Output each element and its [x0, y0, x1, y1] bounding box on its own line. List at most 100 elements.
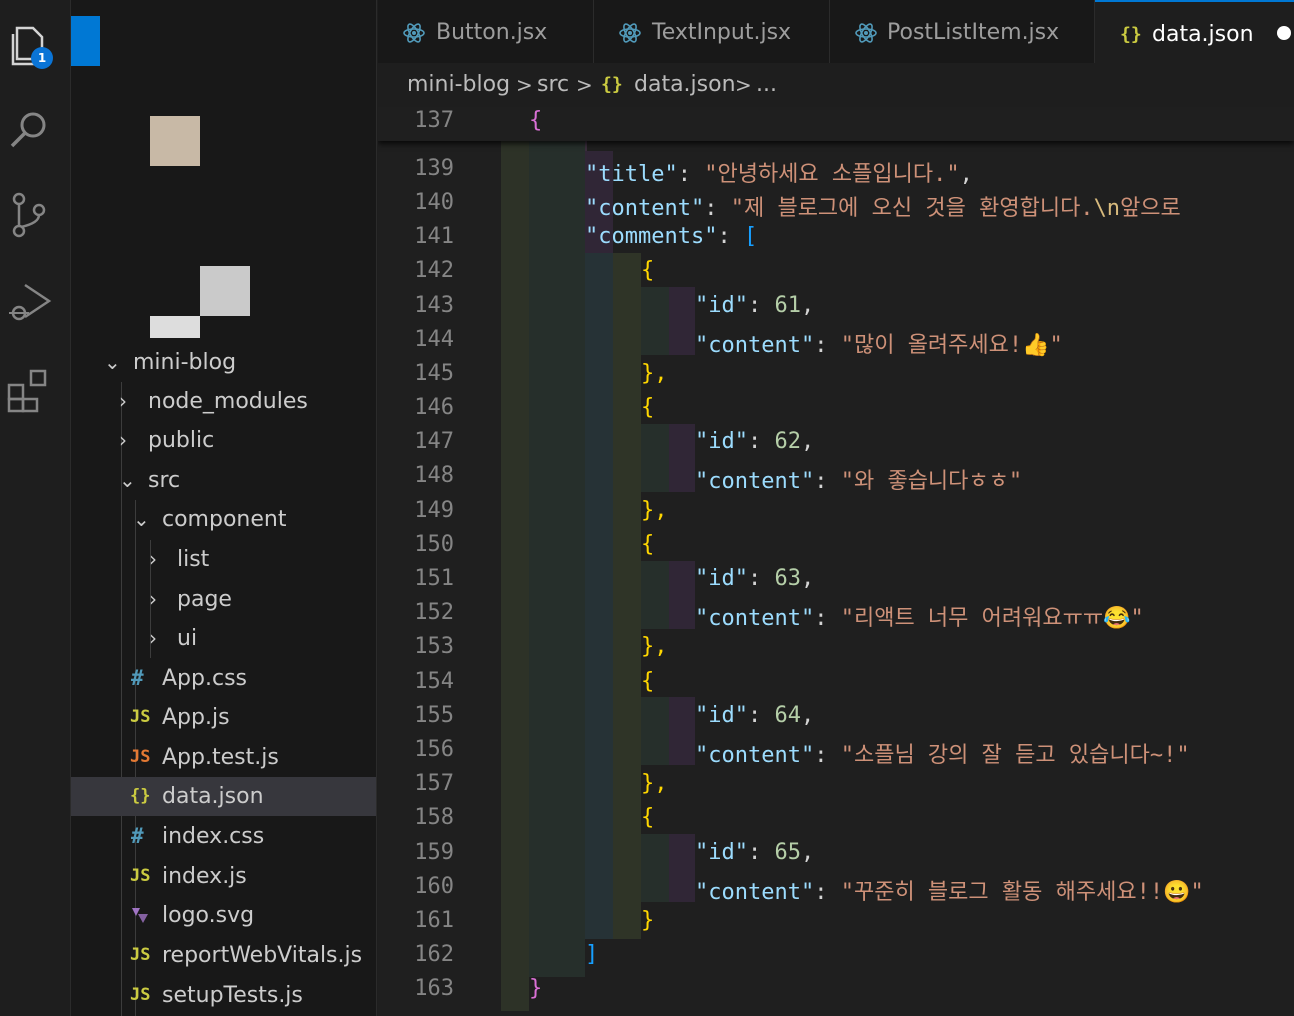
folder-ui[interactable]: › ui — [71, 619, 376, 658]
indent-band — [641, 424, 669, 492]
explorer-sidebar: ⌄ mini-blog › node_modules › public ⌄ sr… — [71, 0, 377, 1016]
editor-tab-bar: Button.jsx TextInput.jsx PostListItem.js… — [378, 0, 1294, 65]
indent-band — [641, 561, 669, 629]
svg-file-icon — [129, 896, 151, 941]
source-control-icon[interactable] — [5, 190, 55, 240]
chevron-down-icon: ⌄ — [133, 507, 150, 531]
json-string: "제 블로그에 오신 것을 환영합니다. — [730, 196, 1094, 221]
json-key: "id" — [695, 293, 748, 318]
file-logo-svg[interactable]: logo.svg — [71, 896, 376, 935]
code-line: "id": 65, — [695, 840, 815, 865]
css-file-icon: # — [131, 666, 144, 690]
file-index-css[interactable]: # index.css — [71, 817, 376, 856]
chevron-right-icon: > — [735, 73, 752, 97]
chevron-right-icon: › — [149, 547, 157, 571]
tree-label: ui — [177, 626, 198, 651]
folder-mini-blog[interactable]: ⌄ mini-blog — [71, 343, 376, 382]
line-number: 160 — [414, 874, 454, 899]
js-file-icon: JS — [130, 945, 151, 965]
json-key: "content" — [585, 196, 705, 221]
json-key: "content" — [695, 333, 815, 358]
react-icon — [618, 0, 642, 63]
json-string: "많이 올려주세요!👍" — [840, 333, 1063, 358]
json-file-icon: {} — [601, 74, 623, 95]
chevron-right-icon: › — [119, 428, 127, 452]
react-icon — [854, 0, 878, 63]
json-brace: { — [641, 669, 655, 694]
chevron-down-icon: ⌄ — [119, 468, 136, 492]
file-report-web-vitals-js[interactable]: JS reportWebVitals.js — [71, 936, 376, 975]
extensions-icon[interactable] — [5, 365, 55, 415]
tab-textinput-jsx[interactable]: TextInput.jsx — [594, 0, 830, 63]
folder-page[interactable]: › page — [71, 580, 376, 619]
line-number: 154 — [414, 669, 454, 694]
json-punct: , — [800, 840, 815, 865]
code-line: "id": 64, — [695, 703, 815, 728]
folder-src[interactable]: ⌄ src — [71, 461, 376, 500]
line-number: 142 — [414, 258, 454, 283]
file-app-css[interactable]: # App.css — [71, 659, 376, 698]
search-icon[interactable] — [5, 105, 55, 155]
file-setup-tests-js[interactable]: JS setupTests.js — [71, 976, 376, 1015]
unsaved-dot-icon[interactable] — [1277, 26, 1291, 40]
file-app-js[interactable]: JS App.js — [71, 698, 376, 737]
sticky-scroll-header[interactable]: 137 { — [378, 107, 1294, 141]
breadcrumb-file[interactable]: data.json — [634, 63, 736, 107]
file-index-js[interactable]: JS index.js — [71, 857, 376, 896]
indent-band — [585, 253, 613, 939]
indent-band — [613, 253, 641, 939]
file-app-test-js[interactable]: JS App.test.js — [71, 738, 376, 777]
indent-band — [669, 561, 695, 629]
json-number: 64 — [774, 703, 801, 728]
json-brace: { — [641, 258, 655, 283]
line-number: 152 — [414, 600, 454, 625]
code-line: { — [641, 258, 654, 283]
line-number: 151 — [414, 566, 454, 591]
tab-label: TextInput.jsx — [652, 20, 792, 45]
chevron-right-icon: > — [576, 73, 593, 97]
json-brace: } — [641, 908, 655, 933]
js-file-icon: JS — [130, 866, 151, 886]
code-line: { — [641, 805, 654, 830]
json-brace: { — [529, 108, 543, 133]
json-key: "title" — [585, 162, 678, 187]
json-key: "content" — [695, 743, 815, 768]
blurred-image-block — [150, 316, 200, 338]
json-number: 65 — [774, 840, 801, 865]
folder-component[interactable]: ⌄ component — [71, 500, 376, 539]
folder-node-modules[interactable]: › node_modules — [71, 382, 376, 421]
blurred-image-block — [200, 266, 250, 316]
json-brace: }, — [641, 498, 668, 523]
tree-label: index.js — [162, 864, 247, 889]
json-punct: , — [800, 703, 815, 728]
code-editor[interactable]: 139 140 141 142 143 144 145 146 147 148 … — [378, 107, 1294, 1016]
file-data-json[interactable]: {} data.json — [71, 777, 376, 816]
folder-list[interactable]: › list — [71, 540, 376, 579]
breadcrumb-folder[interactable]: mini-blog — [407, 63, 510, 107]
line-number: 143 — [414, 293, 454, 318]
tree-label: reportWebVitals.js — [162, 943, 363, 968]
code-line: "content": "리액트 너무 어려워요ㅠㅠ😂" — [695, 606, 1144, 631]
json-punct: , — [959, 162, 973, 187]
code-line: { — [641, 669, 654, 694]
line-number: 162 — [414, 942, 454, 967]
tab-button-jsx[interactable]: Button.jsx — [378, 0, 594, 63]
line-number: 141 — [414, 224, 454, 249]
react-icon — [402, 0, 426, 63]
tab-label: Button.jsx — [436, 20, 548, 45]
run-debug-icon[interactable] — [5, 277, 55, 327]
tree-label: component — [162, 507, 287, 532]
json-punct: , — [800, 566, 815, 591]
code-line: "title": "안녕하세요 소플입니다.", — [585, 162, 973, 187]
tree-label: setupTests.js — [162, 983, 303, 1008]
json-string: "꾸준히 블로그 활동 해주세요!!😀" — [840, 880, 1204, 905]
tab-postlistitem-jsx[interactable]: PostListItem.jsx — [830, 0, 1095, 63]
json-string: 앞으로 — [1120, 196, 1181, 221]
tab-data-json[interactable]: {} data.json — [1095, 0, 1294, 65]
breadcrumb-more[interactable]: ... — [756, 63, 777, 107]
line-number: 157 — [414, 771, 454, 796]
json-escape: \n — [1093, 196, 1121, 221]
breadcrumb-subfolder[interactable]: src — [537, 63, 569, 107]
indent-band — [501, 141, 529, 1011]
folder-public[interactable]: › public — [71, 421, 376, 460]
